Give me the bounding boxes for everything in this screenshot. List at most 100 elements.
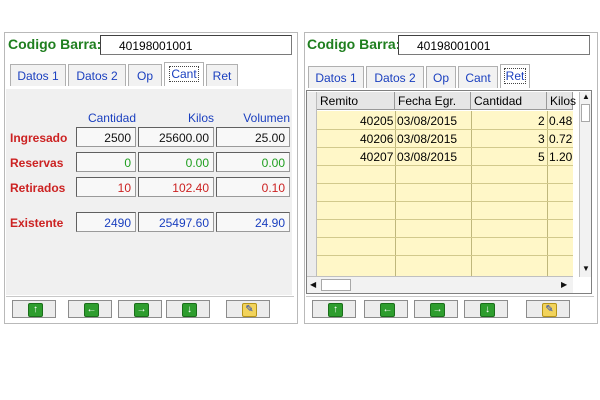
reservas-volumen: 0.00 (216, 152, 290, 172)
left-tab-ret-label: Ret (212, 69, 232, 83)
col-header-cantidad: Cantidad (87, 111, 136, 125)
col-header-kilos: Kilos (187, 111, 214, 125)
right-tab-bar: Datos 1 Datos 2 Op Cant Ret (308, 64, 588, 88)
right-tab-datos2[interactable]: Datos 2 (366, 66, 424, 88)
grid-col-line (395, 111, 396, 277)
retirados-cantidad: 10 (76, 177, 136, 197)
right-nav-down-button[interactable]: ↓ (464, 300, 508, 318)
grid-row-indicators (307, 92, 317, 277)
left-tab-datos1-label: Datos 1 (17, 69, 59, 83)
existente-kilos: 25497.60 (138, 212, 214, 232)
grid-cell-cantidad: 2 (538, 114, 545, 128)
edit-icon: ✎ (242, 303, 257, 317)
left-code-input[interactable]: 40198001001 (100, 35, 292, 55)
right-tab-ret[interactable]: Ret (500, 64, 530, 88)
right-tab-datos2-label: Datos 2 (374, 71, 416, 85)
scroll-down-arrow-icon[interactable]: ▼ (582, 264, 590, 273)
scroll-left-arrow-icon[interactable]: ◀ (310, 280, 316, 289)
scroll-up-arrow-icon[interactable]: ▲ (582, 92, 590, 101)
grid-col-line (471, 111, 472, 277)
row-label-existente: Existente (10, 216, 64, 230)
grid-row-line (317, 255, 573, 256)
left-tab-datos2[interactable]: Datos 2 (68, 64, 126, 86)
left-nav-up-button[interactable]: ↑ (12, 300, 56, 318)
grid-horizontal-thumb[interactable] (321, 279, 351, 291)
left-tab-datos1[interactable]: Datos 1 (10, 64, 66, 86)
right-nav-right-button[interactable]: → (414, 300, 458, 318)
grid-header-remito[interactable]: Remito (317, 92, 395, 110)
arrow-left-icon: ← (84, 303, 99, 317)
ingresado-volumen: 25.00 (216, 127, 290, 147)
left-tab-op[interactable]: Op (128, 64, 162, 86)
right-tab-op-label: Op (432, 71, 449, 85)
grid-cell-fecha: 03/08/2015 (397, 114, 458, 128)
left-nav-left-button[interactable]: ← (68, 300, 112, 318)
grid-cell-fecha: 03/08/2015 (397, 132, 458, 146)
arrow-up-icon: ↑ (328, 303, 343, 317)
right-tab-ret-label: Ret (503, 68, 527, 84)
col-header-volumen: Volumen (243, 111, 290, 125)
grid-cell-cantidad: 3 (538, 132, 545, 146)
ingresado-kilos: 25600.00 (138, 127, 214, 147)
ret-grid[interactable]: Remito Fecha Egr. Cantidad Kilos 40205 0… (306, 90, 592, 294)
left-nav-right-button[interactable]: → (118, 300, 162, 318)
grid-cell-remito: 40205 (360, 114, 394, 128)
left-tab-cant-label: Cant (169, 66, 199, 82)
arrow-right-icon: → (134, 303, 149, 317)
left-nav-bar: ↑ ← → ↓ ✎ (6, 296, 294, 321)
grid-cell-cantidad: 5 (538, 150, 545, 164)
arrow-down-icon: ↓ (480, 303, 495, 317)
right-nav-bar: ↑ ← → ↓ ✎ (306, 296, 594, 321)
right-code-input[interactable]: 40198001001 (398, 35, 590, 55)
right-tab-cant[interactable]: Cant (458, 66, 498, 88)
right-tab-cant-label: Cant (465, 71, 491, 85)
left-tab-bar: Datos 1 Datos 2 Op Cant Ret (10, 62, 290, 86)
grid-cell-kilos: 1.20 (549, 150, 573, 164)
grid-row-line (317, 219, 573, 220)
grid-row-line (317, 201, 573, 202)
left-tab-datos2-label: Datos 2 (76, 69, 118, 83)
grid-vertical-scrollbar[interactable]: ▲ ▼ (579, 92, 591, 277)
reservas-cantidad: 0 (76, 152, 136, 172)
right-tab-op[interactable]: Op (426, 66, 456, 88)
grid-cell-remito: 40207 (360, 150, 394, 164)
row-label-retirados: Retirados (10, 181, 66, 195)
grid-header-kilos[interactable]: Kilos (547, 92, 576, 110)
grid-row-line (317, 165, 573, 166)
left-tab-ret[interactable]: Ret (206, 64, 238, 86)
left-nav-down-button[interactable]: ↓ (166, 300, 210, 318)
grid-row-line (317, 129, 573, 130)
reservas-kilos: 0.00 (138, 152, 214, 172)
row-label-reservas: Reservas (10, 156, 64, 170)
grid-row-line (317, 183, 573, 184)
retirados-kilos: 102.40 (138, 177, 214, 197)
grid-row-line (317, 237, 573, 238)
grid-horizontal-scrollbar[interactable]: ◀ ▶ (307, 276, 573, 293)
right-nav-edit-button[interactable]: ✎ (526, 300, 570, 318)
right-nav-left-button[interactable]: ← (364, 300, 408, 318)
grid-vertical-thumb[interactable] (581, 104, 590, 122)
existente-volumen: 24.90 (216, 212, 290, 232)
edit-icon: ✎ (542, 303, 557, 317)
row-label-ingresado: Ingresado (10, 131, 68, 145)
left-code-row: Codigo Barra: 40198001001 (0, 32, 300, 60)
grid-header-fecha[interactable]: Fecha Egr. (395, 92, 471, 110)
grid-cell-kilos: 0.72 (549, 132, 573, 146)
grid-col-line (547, 111, 548, 277)
ingresado-cantidad: 2500 (76, 127, 136, 147)
grid-header-cantidad[interactable]: Cantidad (471, 92, 547, 110)
right-nav-up-button[interactable]: ↑ (312, 300, 356, 318)
right-code-row: Codigo Barra: 40198001001 (300, 32, 600, 60)
arrow-up-icon: ↑ (28, 303, 43, 317)
right-tab-datos1-label: Datos 1 (315, 71, 357, 85)
left-code-label: Codigo Barra: (8, 36, 102, 52)
right-tab-datos1[interactable]: Datos 1 (308, 66, 364, 88)
retirados-volumen: 0.10 (216, 177, 290, 197)
arrow-right-icon: → (430, 303, 445, 317)
left-nav-edit-button[interactable]: ✎ (226, 300, 270, 318)
grid-row-line (317, 147, 573, 148)
arrow-left-icon: ← (380, 303, 395, 317)
left-tab-cant[interactable]: Cant (164, 62, 204, 86)
right-code-label: Codigo Barra: (307, 36, 401, 52)
scroll-right-arrow-icon[interactable]: ▶ (561, 280, 567, 289)
